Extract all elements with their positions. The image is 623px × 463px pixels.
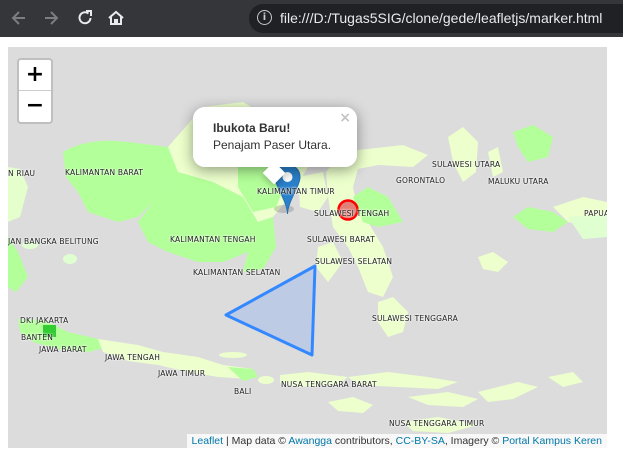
zoom-out-button[interactable]: − (19, 91, 51, 121)
label-jawa-barat: JAWA BARAT (39, 345, 87, 354)
url-text[interactable]: file:///D:/Tugas5SIG/clone/gede/leafletj… (280, 10, 602, 26)
zoom-control: + − (17, 58, 53, 124)
label-kalimantan-timur: KALIMANTAN TIMUR (257, 187, 335, 196)
info-icon[interactable]: i (257, 10, 272, 25)
popup-title: Ibukota Baru! (213, 121, 291, 135)
label-gorontalo: GORONTALO (396, 176, 446, 185)
forward-icon[interactable] (38, 5, 64, 31)
awangga-link[interactable]: Awangga (288, 435, 332, 447)
browser-toolbar: i file:///D:/Tugas5SIG/clone/gede/leafle… (0, 0, 623, 37)
label-kalimantan-barat: KALIMANTAN BARAT (65, 168, 144, 177)
label-riau: N RIAU (8, 169, 36, 178)
label-sulawesi-tenggara: SULAWESI TENGGARA (372, 314, 458, 323)
attribution-imagery: , Imagery © (444, 435, 503, 447)
portal-link[interactable]: Portal Kampus Keren (502, 435, 602, 447)
label-banten: BANTEN (21, 333, 54, 342)
label-sulawesi-selatan: SULAWESI SELATAN (315, 257, 393, 266)
label-maluku-utara: MALUKU UTARA (488, 177, 549, 186)
license-link[interactable]: CC-BY-SA (396, 435, 445, 447)
label-sulawesi-barat: SULAWESI BARAT (307, 235, 375, 244)
label-nusa-tenggara-barat: NUSA TENGGARA BARAT (281, 380, 377, 389)
popup-close-button[interactable]: × (339, 110, 351, 126)
marker-popup: × Ibukota Baru! Penajam Paser Utara. (193, 107, 357, 185)
label-sulawesi-utara: SULAWESI UTARA (432, 160, 501, 169)
label-jawa-timur: JAWA TIMUR (158, 369, 206, 378)
address-bar[interactable]: i file:///D:/Tugas5SIG/clone/gede/leafle… (249, 4, 623, 33)
zoom-in-button[interactable]: + (19, 60, 51, 91)
popup-body: Penajam Paser Utara. (213, 138, 332, 152)
label-papua: PAPUA (584, 209, 607, 218)
label-jawa-tengah: JAWA TENGAH (105, 353, 161, 362)
label-sulawesi-tengah: SULAWESI TENGAH (314, 209, 390, 218)
back-icon[interactable] (6, 5, 32, 31)
label-kalimantan-tengah: KALIMANTAN TENGAH (170, 235, 256, 244)
triangle-polygon (224, 264, 317, 357)
attribution-contributors: contributors, (332, 435, 396, 447)
label-dki-jakarta: DKI JAKARTA (20, 316, 69, 325)
label-nusa-tenggara-timur: NUSA TENGGARA TIMUR (389, 419, 485, 428)
map-container[interactable]: N RIAU KALIMANTAN BARAT KALIMANTAN TIMUR… (8, 47, 607, 448)
label-bali: BALI (234, 387, 252, 396)
map-attribution: Leaflet | Map data © Awangga contributor… (186, 434, 607, 448)
attribution-sep: | Map data © (223, 435, 289, 447)
reload-icon[interactable] (72, 5, 98, 31)
leaflet-link[interactable]: Leaflet (192, 435, 224, 447)
home-icon[interactable] (103, 5, 129, 31)
label-bangka-belitung: JAN BANGKA BELITUNG (8, 237, 99, 246)
label-kalimantan-selatan: KALIMANTAN SELATAN (193, 268, 281, 277)
